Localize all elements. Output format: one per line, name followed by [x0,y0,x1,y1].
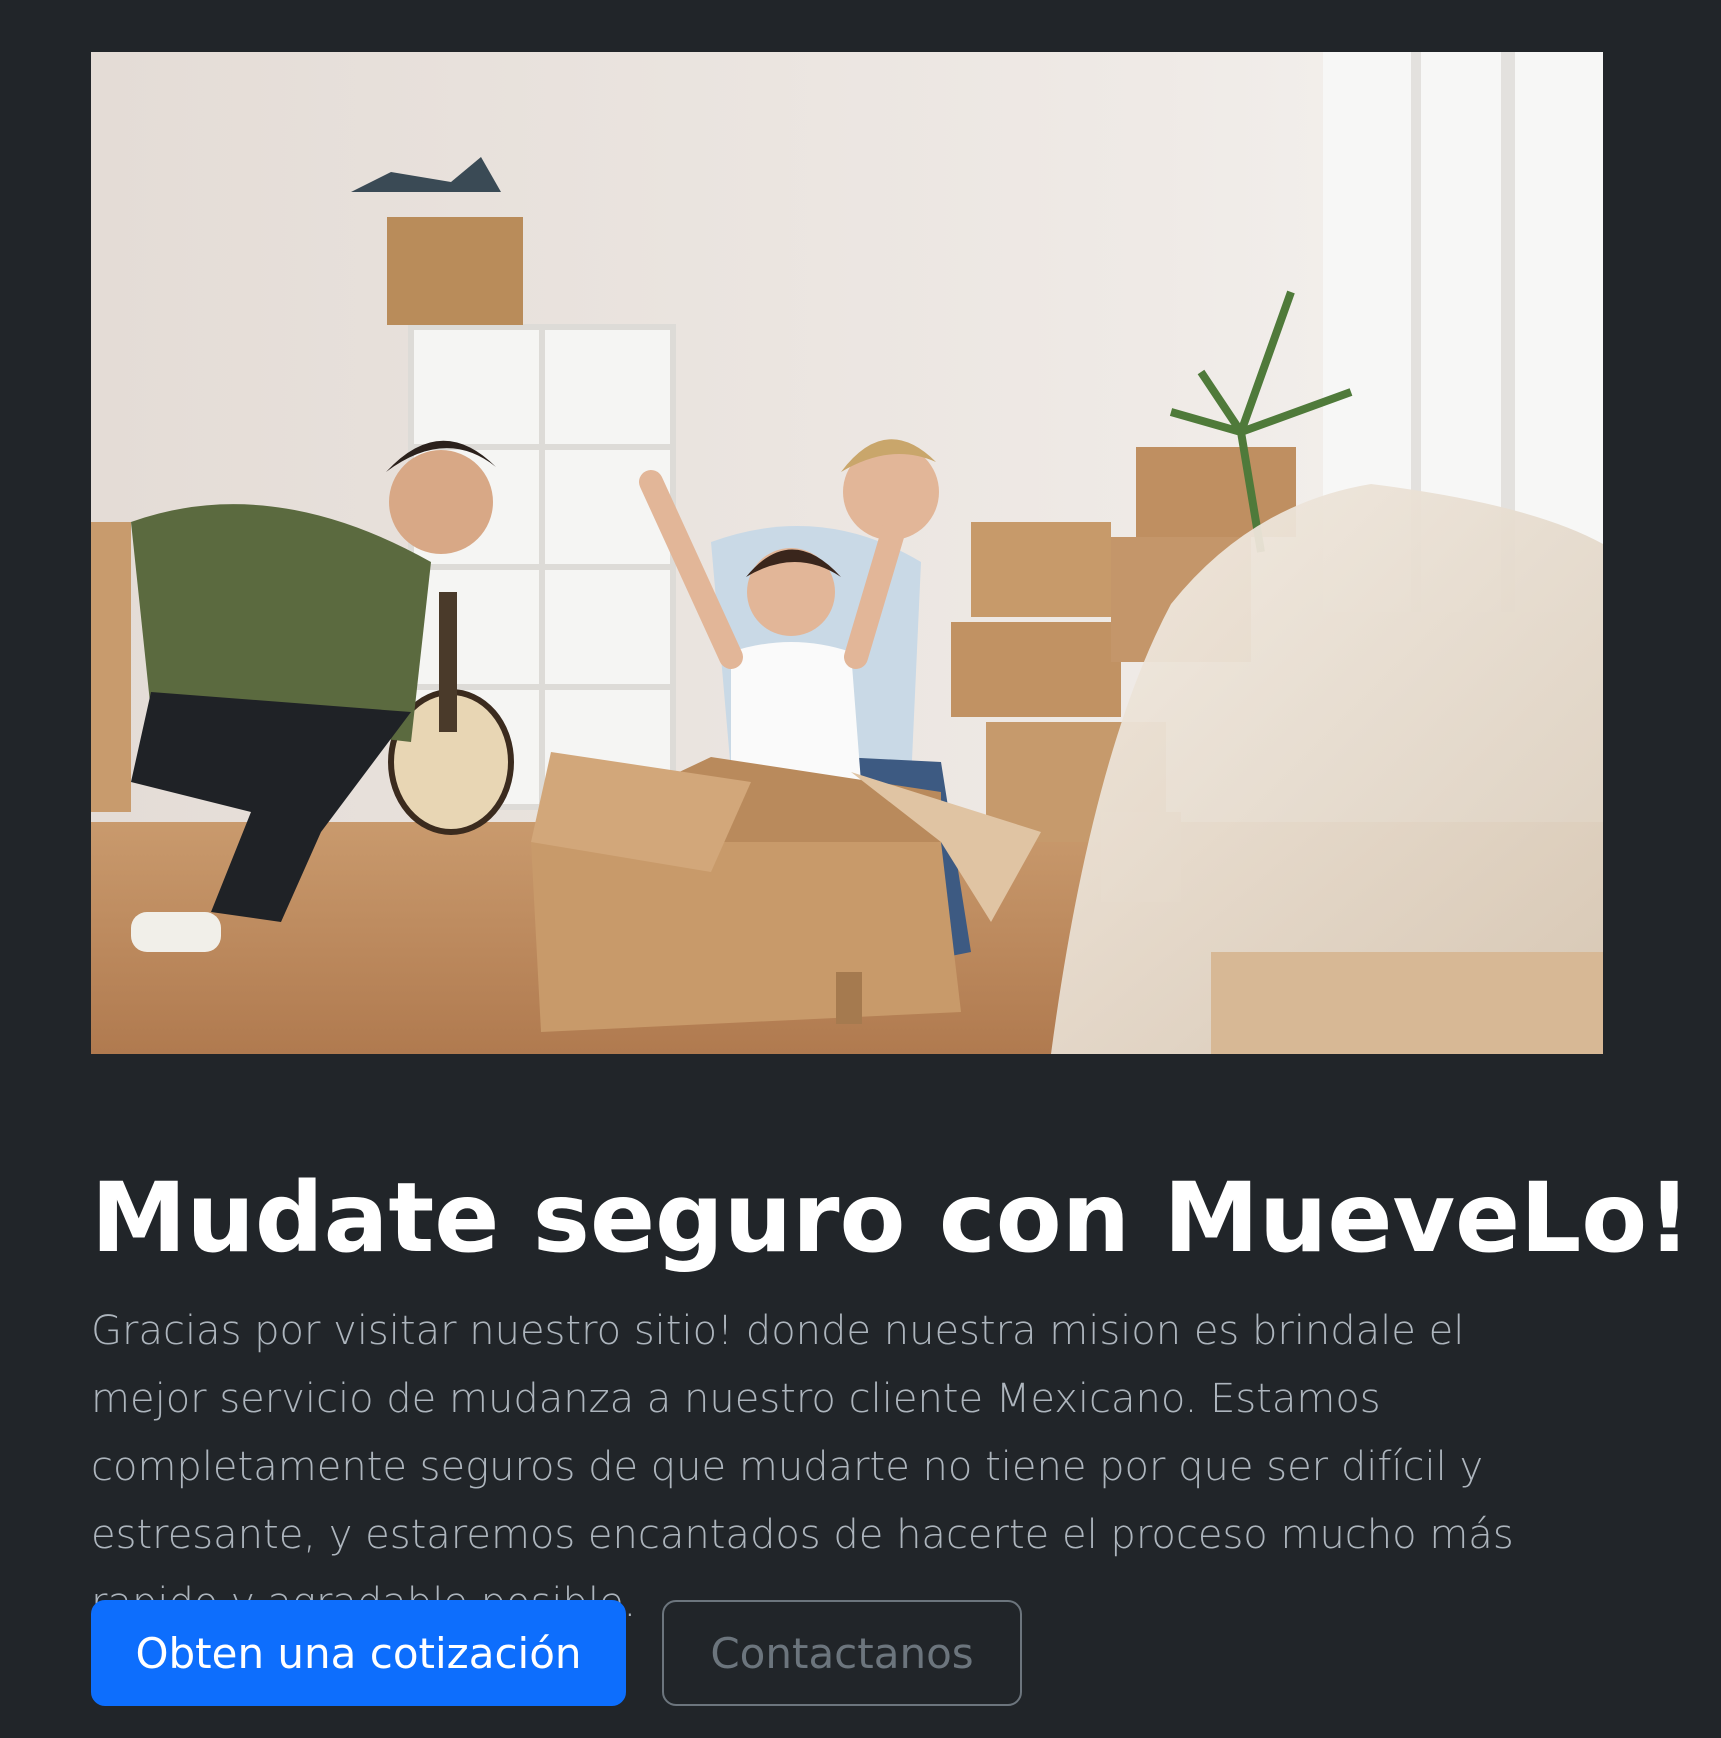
hero-lead-text: Gracias por visitar nuestro sitio! donde… [91,1308,1514,1626]
hero-image [91,52,1603,1054]
hero-title: Mudate seguro con MueveLo! [91,1162,1692,1274]
contact-button[interactable]: Contactanos [662,1600,1022,1706]
get-quote-button[interactable]: Obten una cotización [91,1600,626,1706]
